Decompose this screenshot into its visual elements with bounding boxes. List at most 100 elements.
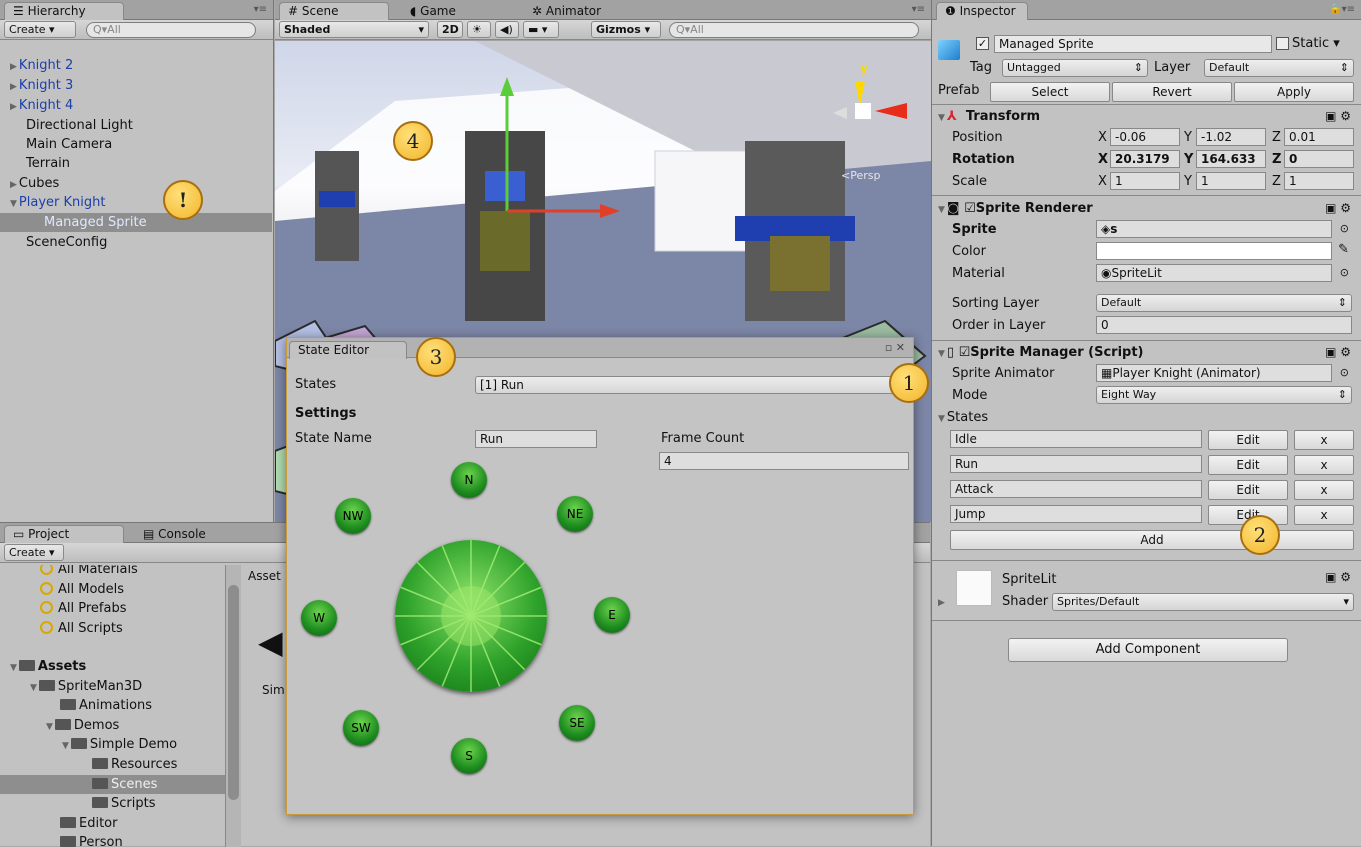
scale-z-input[interactable]: 1 bbox=[1284, 172, 1354, 190]
position-x-input[interactable]: -0.06 bbox=[1110, 128, 1180, 146]
tab-animator[interactable]: ✲ Animator bbox=[523, 2, 633, 20]
collapse-icon[interactable]: ▼ bbox=[62, 741, 69, 751]
folder-demos[interactable]: ▼ Demos bbox=[0, 716, 225, 735]
collapse-icon[interactable]: ▼ bbox=[10, 199, 17, 209]
folder-scenes[interactable]: Scenes bbox=[0, 775, 225, 794]
create-button[interactable]: Create ▾ bbox=[4, 21, 76, 38]
collapse-icon[interactable]: ▼ bbox=[938, 414, 945, 424]
favorite-all-scripts[interactable]: All Scripts bbox=[0, 619, 225, 638]
sprite-manager-header[interactable]: ▼ ▯ ☑Sprite Manager (Script) bbox=[938, 345, 1144, 360]
tab-scene[interactable]: # Scene bbox=[279, 2, 389, 20]
enabled-checkbox[interactable]: ☑ bbox=[959, 345, 971, 360]
direction-sw-button[interactable]: SW bbox=[343, 710, 379, 746]
position-z-input[interactable]: 0.01 bbox=[1284, 128, 1354, 146]
static-checkbox[interactable] bbox=[1276, 37, 1289, 50]
state-idle-input[interactable]: Idle bbox=[950, 430, 1202, 448]
hierarchy-item-cubes[interactable]: ▶ Cubes bbox=[0, 174, 272, 193]
expand-icon[interactable]: ▶ bbox=[938, 598, 945, 608]
static-label[interactable]: Static ▾ bbox=[1292, 36, 1340, 51]
hierarchy-item-knight2[interactable]: ▶ Knight 2 bbox=[0, 56, 272, 75]
x-axis-label[interactable]: X bbox=[1098, 174, 1107, 189]
scene-search-input[interactable]: Q▾All bbox=[669, 22, 919, 38]
prefab-revert-button[interactable]: Revert bbox=[1112, 82, 1232, 102]
state-jump-input[interactable]: Jump bbox=[950, 505, 1202, 523]
y-axis-label[interactable]: Y bbox=[1184, 152, 1193, 167]
scrollbar-thumb[interactable] bbox=[228, 585, 239, 800]
sprite-renderer-header[interactable]: ▼ ◙ ☑Sprite Renderer bbox=[938, 201, 1093, 216]
expand-icon[interactable]: ▶ bbox=[10, 180, 17, 190]
component-settings-icon[interactable]: ▣ ⚙ bbox=[1325, 570, 1351, 584]
object-picker-icon[interactable]: ⊙ bbox=[1340, 366, 1349, 379]
effects-icon[interactable]: ▬ ▾ bbox=[523, 21, 559, 38]
z-axis-label[interactable]: Z bbox=[1272, 130, 1281, 145]
folder-editor[interactable]: Editor bbox=[0, 814, 225, 833]
component-settings-icon[interactable]: ▣ ⚙ bbox=[1325, 109, 1351, 123]
tab-state-editor[interactable]: State Editor bbox=[289, 341, 407, 359]
state-run-input[interactable]: Run bbox=[950, 455, 1202, 473]
layer-dropdown[interactable]: Default ⇕ bbox=[1204, 59, 1354, 77]
tab-project[interactable]: ▭ Project bbox=[4, 525, 124, 543]
hierarchy-item-knight4[interactable]: ▶ Knight 4 bbox=[0, 96, 272, 115]
object-picker-icon[interactable]: ⊙ bbox=[1340, 222, 1349, 235]
direction-e-button[interactable]: E bbox=[594, 597, 630, 633]
tag-dropdown[interactable]: Untagged ⇕ bbox=[1002, 59, 1148, 77]
eyedropper-icon[interactable]: ✎ bbox=[1338, 242, 1349, 257]
lock-icon[interactable]: 🔒▾≡ bbox=[1329, 4, 1355, 15]
gizmos-dropdown[interactable]: Gizmos ▾ bbox=[591, 21, 661, 38]
hierarchy-item-main-camera[interactable]: Main Camera bbox=[0, 135, 272, 154]
hierarchy-item-terrain[interactable]: Terrain bbox=[0, 154, 272, 173]
favorite-all-models[interactable]: All Models bbox=[0, 580, 225, 599]
frame-count-input[interactable]: 4 bbox=[659, 452, 909, 470]
object-name-input[interactable]: Managed Sprite bbox=[994, 35, 1272, 53]
add-component-button[interactable]: Add Component bbox=[1008, 638, 1288, 662]
collapse-icon[interactable]: ▼ bbox=[938, 113, 945, 123]
shader-dropdown[interactable]: Sprites/Default ▾ bbox=[1052, 593, 1354, 611]
scene-asset-icon[interactable]: ◀ bbox=[258, 623, 283, 661]
add-state-button[interactable]: Add bbox=[950, 530, 1354, 550]
states-foldout[interactable]: ▼ States bbox=[938, 410, 988, 425]
material-field[interactable]: ◉SpriteLit bbox=[1096, 264, 1332, 282]
component-settings-icon[interactable]: ▣ ⚙ bbox=[1325, 201, 1351, 215]
z-axis-label[interactable]: Z bbox=[1272, 152, 1281, 167]
expand-icon[interactable]: ▶ bbox=[10, 82, 17, 92]
scale-y-input[interactable]: 1 bbox=[1196, 172, 1266, 190]
folder-person[interactable]: Person bbox=[0, 833, 225, 847]
rotation-z-input[interactable]: 0 bbox=[1284, 150, 1354, 168]
expand-icon[interactable]: ▶ bbox=[10, 102, 17, 112]
y-axis-label[interactable]: Y bbox=[1184, 174, 1192, 189]
component-settings-icon[interactable]: ▣ ⚙ bbox=[1325, 345, 1351, 359]
object-picker-icon[interactable]: ⊙ bbox=[1340, 266, 1349, 279]
z-axis-label[interactable]: Z bbox=[1272, 174, 1281, 189]
folder-simple-demo[interactable]: ▼ Simple Demo bbox=[0, 735, 225, 754]
hierarchy-item-managed-sprite[interactable]: Managed Sprite bbox=[0, 213, 272, 232]
favorite-all-prefabs[interactable]: All Prefabs bbox=[0, 599, 225, 618]
hierarchy-item-directional-light[interactable]: Directional Light bbox=[0, 116, 272, 135]
scale-x-input[interactable]: 1 bbox=[1110, 172, 1180, 190]
direction-nw-button[interactable]: NW bbox=[335, 498, 371, 534]
favorite-all-materials[interactable]: All Materials bbox=[0, 565, 225, 579]
position-y-input[interactable]: -1.02 bbox=[1196, 128, 1266, 146]
folder-resources[interactable]: Resources bbox=[0, 755, 225, 774]
mode-dropdown[interactable]: Eight Way ⇕ bbox=[1096, 386, 1352, 404]
direction-n-button[interactable]: N bbox=[451, 462, 487, 498]
remove-state-run-button[interactable]: x bbox=[1294, 455, 1354, 475]
y-axis-label[interactable]: Y bbox=[1184, 130, 1192, 145]
collapse-icon[interactable]: ▼ bbox=[10, 663, 17, 673]
edit-state-run-button[interactable]: Edit bbox=[1208, 455, 1288, 475]
direction-se-button[interactable]: SE bbox=[559, 705, 595, 741]
audio-icon[interactable]: ◀) bbox=[495, 21, 519, 38]
direction-wheel[interactable] bbox=[395, 540, 547, 692]
tab-inspector[interactable]: ❶ Inspector bbox=[936, 2, 1028, 20]
collapse-icon[interactable]: ▼ bbox=[46, 722, 53, 732]
color-swatch[interactable] bbox=[1096, 242, 1332, 260]
menu-icon[interactable]: ▾≡ bbox=[254, 4, 267, 15]
direction-ne-button[interactable]: NE bbox=[557, 496, 593, 532]
sprite-field[interactable]: ◈s bbox=[1096, 220, 1332, 238]
folder-scripts[interactable]: Scripts bbox=[0, 794, 225, 813]
collapse-icon[interactable]: ▼ bbox=[30, 683, 37, 693]
remove-state-idle-button[interactable]: x bbox=[1294, 430, 1354, 450]
state-attack-input[interactable]: Attack bbox=[950, 480, 1202, 498]
shading-dropdown[interactable]: Shaded ▾ bbox=[279, 21, 429, 38]
hierarchy-item-sceneconfig[interactable]: SceneConfig bbox=[0, 233, 272, 252]
hierarchy-item-player-knight[interactable]: ▼ Player Knight bbox=[0, 193, 272, 212]
